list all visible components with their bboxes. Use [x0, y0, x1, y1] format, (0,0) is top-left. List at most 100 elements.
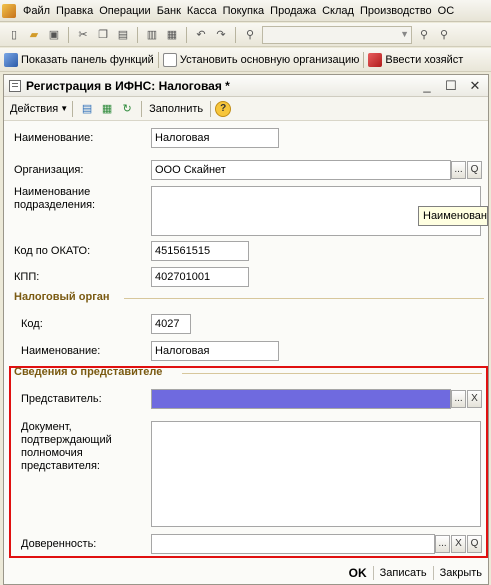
representative-label: Представитель: — [21, 393, 102, 405]
fill-button[interactable]: Заполнить — [149, 103, 203, 115]
actions-label: Действия — [10, 102, 59, 115]
toolbar-divider — [68, 26, 69, 43]
chevron-down-icon: ▼ — [60, 104, 69, 113]
business-info-icon — [368, 52, 383, 67]
search-prev-icon[interactable]: ⚲ — [436, 27, 452, 43]
print-icon[interactable]: ▥ — [144, 27, 160, 43]
show-functions-panel-label: Показать панель функций — [21, 53, 154, 66]
menu-production[interactable]: Производство — [357, 5, 435, 17]
search-next-icon[interactable]: ⚲ — [416, 27, 432, 43]
go-to-icon[interactable]: ▤ — [79, 101, 95, 117]
chevron-down-icon[interactable]: ▼ — [400, 29, 409, 39]
set-main-org-label: Установить основную организацию — [179, 53, 360, 66]
action-bar: Действия ▼ ▤ ▦ ↻ Заполнить ? — [4, 97, 488, 121]
structure-icon[interactable]: ▦ — [99, 101, 115, 117]
division-name-label: Наименование подразделения: — [14, 186, 96, 211]
bottom-bar: OK Записать Закрыть — [349, 566, 482, 580]
document-label: Документ, подтверждающий полномочия пред… — [21, 421, 112, 472]
tax-code-label: Код: — [21, 318, 43, 330]
button-divider — [432, 566, 434, 580]
proxy-label: Доверенность: — [21, 538, 97, 550]
toolbar-divider — [157, 51, 159, 68]
save-button[interactable]: Записать — [380, 567, 427, 579]
refresh-icon[interactable]: ↻ — [119, 101, 135, 117]
menu-purchase[interactable]: Покупка — [220, 5, 268, 17]
section-divider — [124, 298, 484, 299]
tooltip: Наименование — [418, 206, 488, 226]
menu-operations[interactable]: Операции — [96, 5, 153, 17]
functions-toolbar: Показать панель функций Установить основ… — [0, 48, 491, 72]
menu-file[interactable]: Файл — [20, 5, 53, 17]
enter-business-info-label: Ввести хозяйст — [385, 53, 464, 66]
okato-label: Код по ОКАТО: — [14, 245, 91, 257]
window-title: Регистрация в ИФНС: Налоговая * — [26, 78, 230, 93]
app-menu-icon[interactable] — [2, 3, 16, 18]
paste-icon[interactable]: ▤ — [115, 27, 131, 43]
tax-authority-section-title: Налоговый орган — [14, 291, 110, 303]
kpp-field[interactable]: 402701001 — [151, 267, 249, 287]
document-icon — [162, 52, 177, 67]
menu-fixed-assets[interactable]: ОС — [435, 5, 458, 17]
toolbar-divider — [363, 51, 365, 68]
representative-clear-icon[interactable]: X — [467, 390, 482, 408]
representative-select-button[interactable]: ... — [451, 390, 466, 408]
maximize-icon[interactable]: ☐ — [444, 78, 458, 94]
menu-warehouse[interactable]: Склад — [319, 5, 357, 17]
show-functions-panel-button[interactable]: Показать панель функций — [4, 52, 154, 67]
menu-bar: Файл Правка Операции Банк Касса Покупка … — [0, 0, 491, 22]
proxy-clear-icon[interactable]: X — [451, 535, 466, 553]
close-icon[interactable]: ✕ — [468, 78, 482, 94]
toolbar-divider — [137, 26, 138, 43]
close-button[interactable]: Закрыть — [440, 567, 482, 579]
okato-field[interactable]: 451561515 — [151, 241, 249, 261]
new-document-icon[interactable]: ▯ — [6, 27, 22, 43]
tax-name-label: Наименование: — [21, 345, 101, 357]
tax-code-field[interactable]: 4027 — [151, 314, 191, 334]
open-folder-icon[interactable]: ▰ — [26, 27, 42, 43]
set-main-org-button[interactable]: Установить основную организацию — [162, 52, 360, 67]
organization-select-button[interactable]: ... — [451, 161, 466, 179]
organization-label: Организация: — [14, 164, 84, 176]
toolbar-divider — [210, 100, 212, 117]
functions-panel-icon — [4, 52, 18, 67]
toolbar-divider — [72, 100, 74, 117]
toolbar-divider — [186, 26, 187, 43]
quick-search-input[interactable]: ▼ — [262, 25, 412, 44]
save-icon[interactable]: ▣ — [46, 27, 62, 43]
form-icon — [9, 79, 21, 92]
tax-name-field[interactable]: Налоговая — [151, 341, 279, 361]
help-icon[interactable]: ? — [215, 100, 232, 117]
undo-icon[interactable]: ↶ — [193, 27, 209, 43]
preview-icon[interactable]: ▦ — [164, 27, 180, 43]
ok-button[interactable]: OK — [349, 566, 367, 580]
standard-toolbar: ▯ ▰ ▣ ✂ ❐ ▤ ▥ ▦ ↶ ↷ ⚲ ▼ ⚲ ⚲ — [0, 23, 491, 47]
menu-edit[interactable]: Правка — [53, 5, 96, 17]
registration-window: Регистрация в ИФНС: Налоговая * _ ☐ ✕ Де… — [3, 74, 489, 585]
organization-search-icon[interactable]: Q — [467, 161, 482, 179]
menu-cash[interactable]: Касса — [184, 5, 220, 17]
section-divider — [182, 373, 482, 374]
button-divider — [372, 566, 374, 580]
copy-icon[interactable]: ❐ — [95, 27, 111, 43]
find-icon[interactable]: ⚲ — [242, 27, 258, 43]
window-titlebar: Регистрация в ИФНС: Налоговая * _ ☐ ✕ — [4, 75, 488, 97]
minimize-icon[interactable]: _ — [420, 78, 434, 94]
cut-icon[interactable]: ✂ — [75, 27, 91, 43]
document-field[interactable] — [151, 421, 481, 527]
toolbar-divider — [141, 100, 143, 117]
proxy-select-button[interactable]: ... — [435, 535, 450, 553]
proxy-search-icon[interactable]: Q — [467, 535, 482, 553]
name-label: Наименование: — [14, 132, 94, 144]
organization-field[interactable]: ООО Скайнет — [151, 160, 451, 180]
representative-field[interactable] — [151, 389, 451, 409]
name-field[interactable]: Налоговая — [151, 128, 279, 148]
menu-bank[interactable]: Банк — [154, 5, 184, 17]
representative-section-title: Сведения о представителе — [14, 366, 163, 378]
actions-menu-button[interactable]: Действия ▼ — [10, 103, 68, 115]
redo-icon[interactable]: ↷ — [213, 27, 229, 43]
menu-sales[interactable]: Продажа — [267, 5, 319, 17]
kpp-label: КПП: — [14, 271, 40, 283]
enter-business-info-button[interactable]: Ввести хозяйст — [368, 52, 464, 67]
proxy-field[interactable] — [151, 534, 435, 554]
toolbar-divider — [235, 26, 236, 43]
